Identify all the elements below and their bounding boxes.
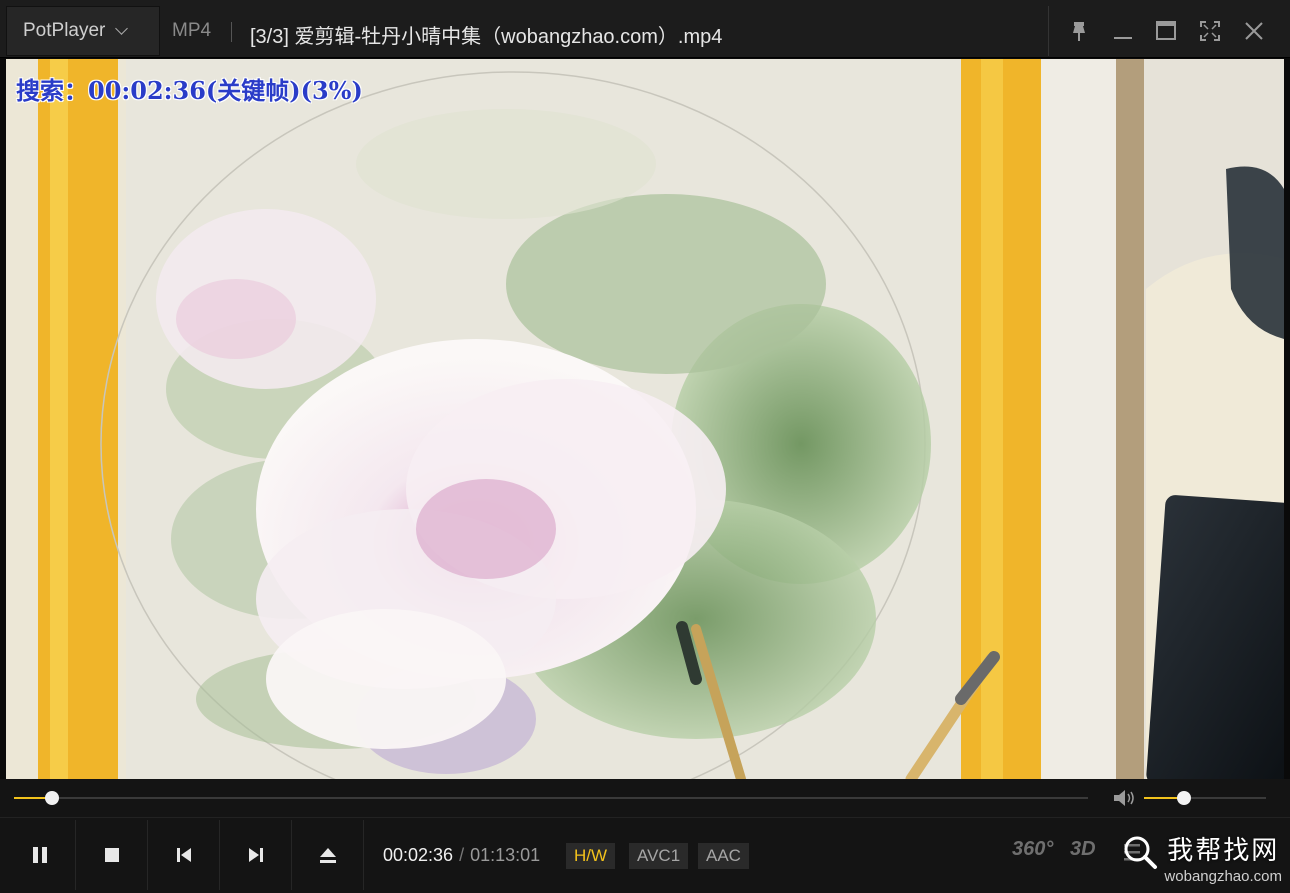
seek-bar-thumb[interactable] — [44, 791, 59, 805]
app-menu-button[interactable]: PotPlayer — [6, 6, 160, 56]
watermark-text: 我帮找网 — [1167, 835, 1280, 865]
title-divider — [231, 22, 232, 42]
search-icon — [1124, 836, 1158, 869]
time-display[interactable]: 00:02:36/01:13:01 — [383, 845, 540, 866]
hw-decoder-badge[interactable]: H/W — [566, 843, 616, 869]
close-icon — [1245, 22, 1263, 40]
video-frame[interactable]: 搜索：00:02:36(关键帧)(3%) — [6, 59, 1284, 779]
time-separator: / — [459, 845, 465, 865]
previous-button[interactable] — [148, 820, 220, 890]
chevron-down-icon — [115, 22, 129, 35]
minimize-button[interactable] — [1106, 14, 1140, 48]
previous-icon — [176, 848, 191, 862]
audio-codec-badge[interactable]: AAC — [698, 843, 749, 869]
window-title: [3/3] 爱剪辑-牡丹小晴中集（wobangzhao.com）.mp4 — [250, 26, 723, 48]
pin-button[interactable] — [1062, 14, 1096, 48]
maximize-button[interactable] — [1149, 14, 1183, 48]
3d-button[interactable]: 3D — [1070, 838, 1096, 861]
next-button[interactable] — [220, 820, 292, 890]
seek-bar[interactable] — [14, 791, 1088, 805]
osd-seek-status: 搜索：00:02:36(关键帧)(3%) — [16, 76, 363, 105]
format-label: MP4 — [172, 20, 212, 41]
maximize-icon — [1156, 21, 1177, 40]
seek-row — [0, 779, 1290, 817]
stop-button[interactable] — [76, 820, 148, 890]
site-watermark: 我帮找网 wobangzhao.com — [1124, 830, 1282, 885]
volume-slider-thumb[interactable] — [1177, 791, 1192, 805]
eject-icon — [319, 848, 336, 863]
window-controls — [1048, 6, 1284, 56]
close-button[interactable] — [1237, 14, 1271, 48]
fullscreen-icon — [1200, 21, 1221, 41]
video-codec-badge[interactable]: AVC1 — [629, 843, 689, 869]
video-painting-image — [6, 59, 1284, 779]
next-icon — [248, 848, 263, 862]
fullscreen-button[interactable] — [1193, 14, 1227, 48]
volume-slider[interactable] — [1144, 791, 1266, 805]
pin-icon — [1072, 22, 1085, 41]
pause-icon — [32, 847, 47, 863]
volume-icon[interactable] — [1112, 788, 1136, 808]
watermark-url: wobangzhao.com — [1164, 868, 1282, 885]
eject-button[interactable] — [292, 820, 364, 890]
current-time: 00:02:36 — [383, 845, 454, 865]
minimize-icon — [1113, 37, 1132, 39]
app-name: PotPlayer — [23, 20, 106, 41]
title-bar: PotPlayer MP4 [3/3] 爱剪辑-牡丹小晴中集（wobangzha… — [0, 0, 1290, 58]
total-duration: 01:13:01 — [470, 845, 541, 865]
vr-360-button[interactable]: 360° — [1012, 838, 1053, 861]
stop-icon — [104, 848, 119, 862]
pause-button[interactable] — [4, 820, 76, 890]
control-bar: 00:02:36/01:13:01 H/W AVC1 AAC 360° 3D 我… — [0, 817, 1290, 893]
